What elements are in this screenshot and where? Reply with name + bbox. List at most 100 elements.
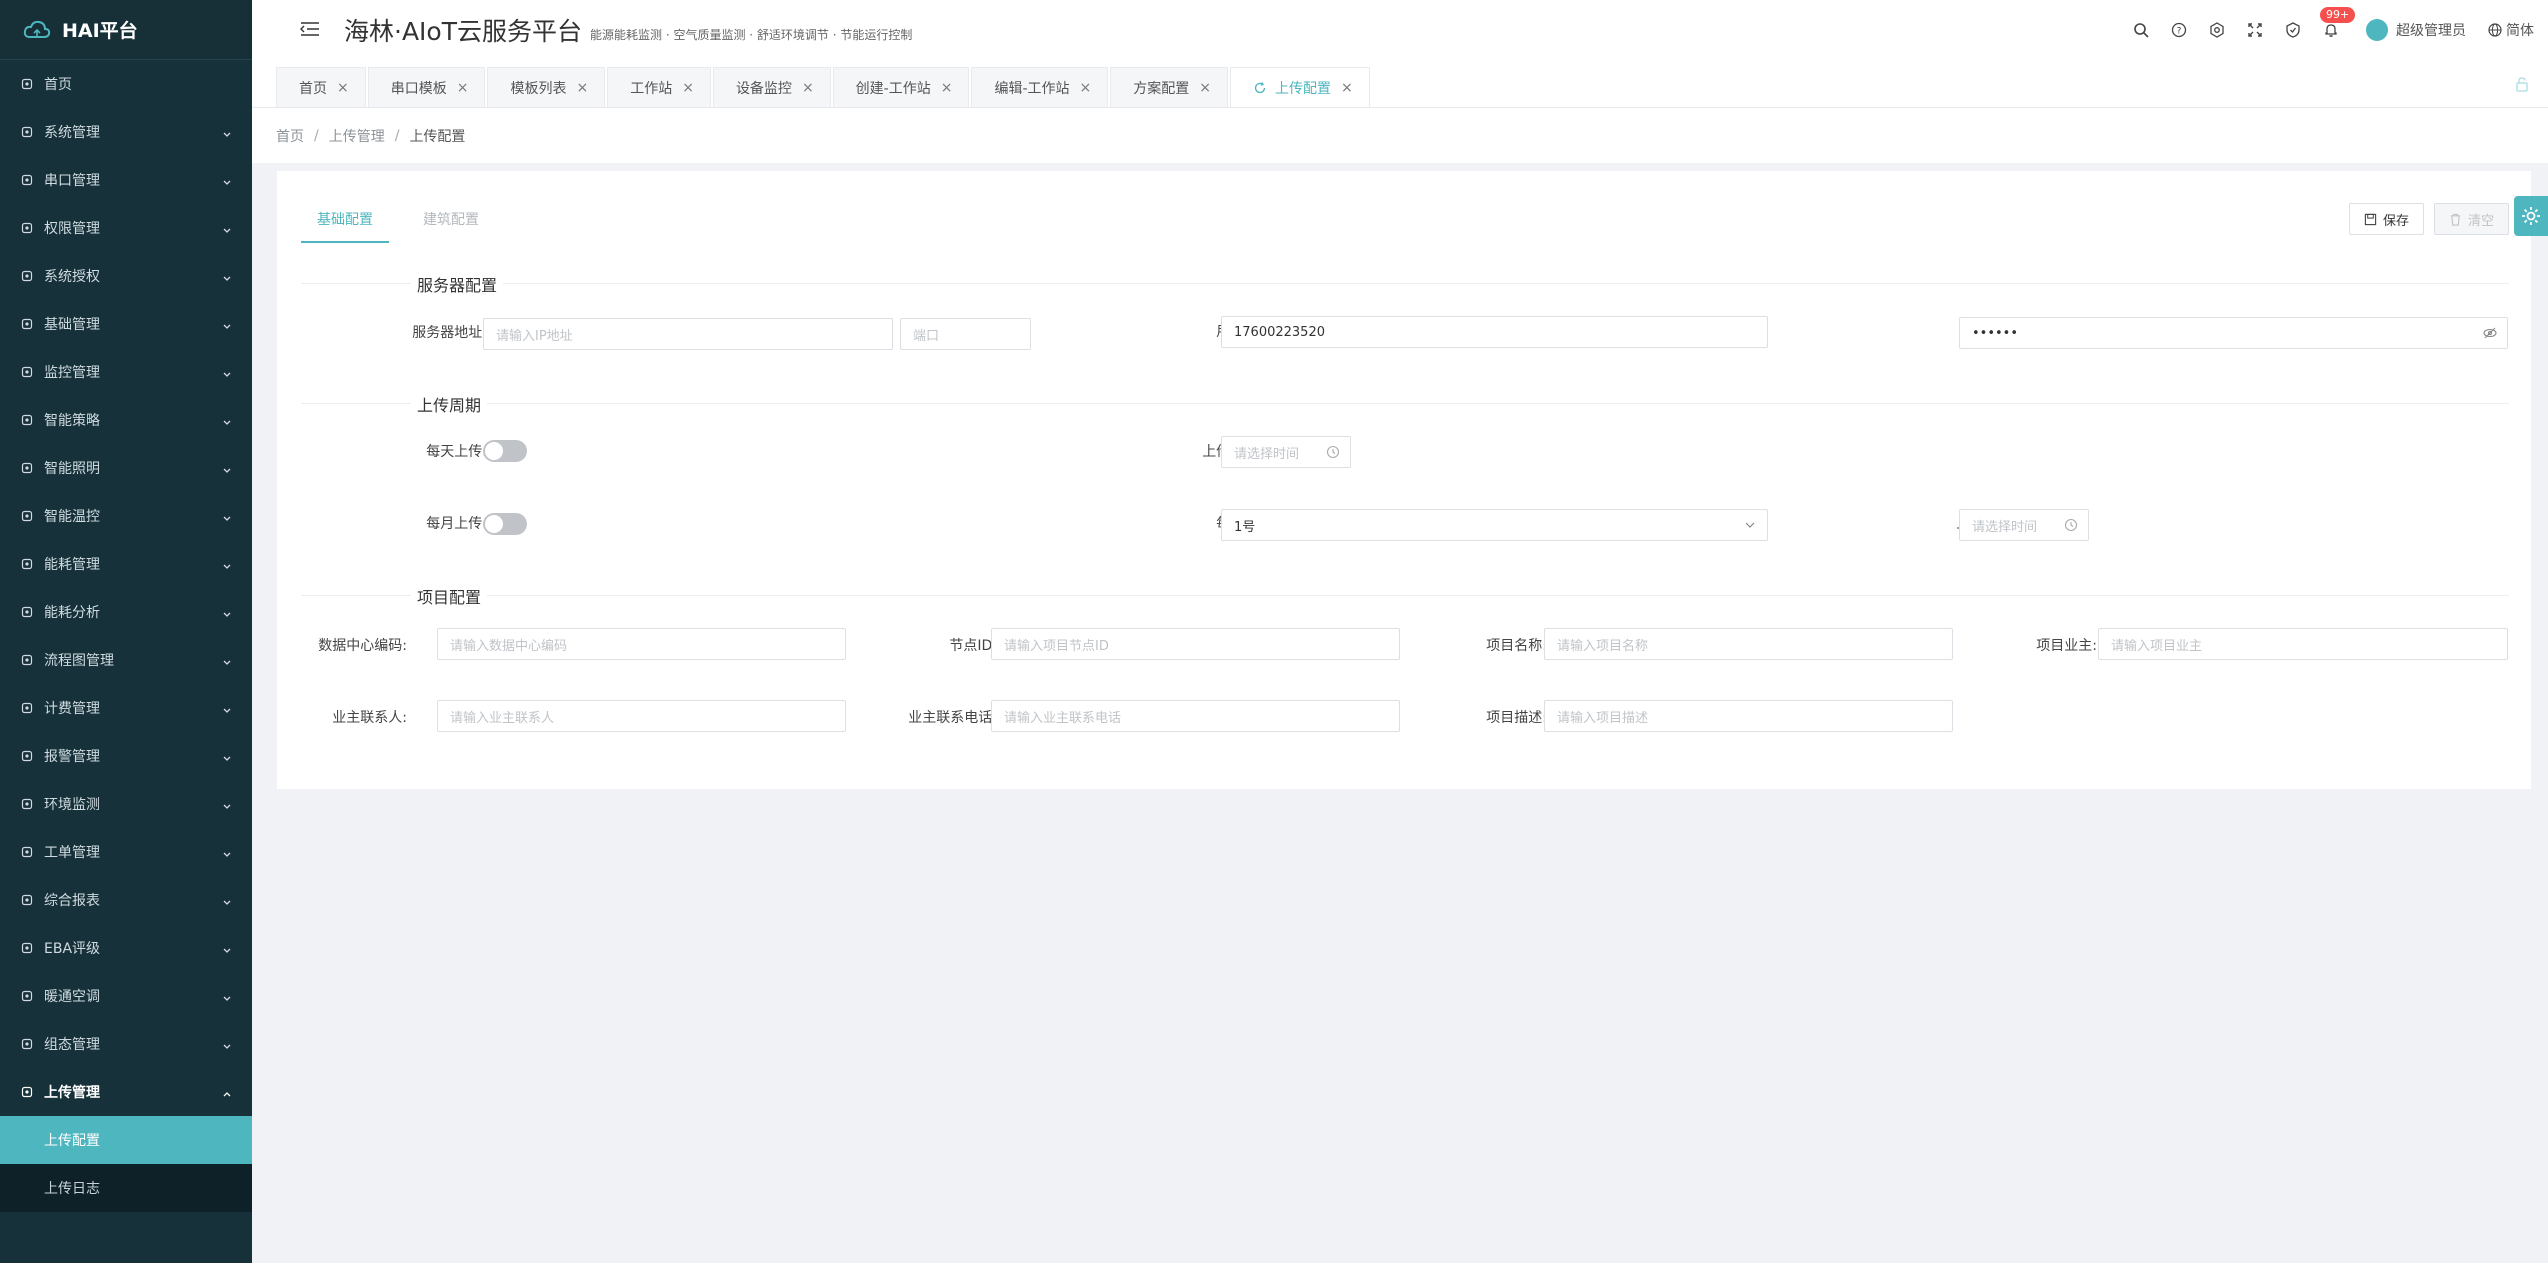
save-button[interactable]: 保存 bbox=[2348, 203, 2424, 235]
card-actions: 保存 清空 bbox=[2339, 203, 2509, 235]
menu-toggle-icon[interactable] bbox=[300, 21, 322, 39]
month-day-select[interactable]: 1号 bbox=[1221, 509, 1768, 541]
close-icon[interactable]: × bbox=[1199, 80, 1211, 96]
close-icon[interactable]: × bbox=[457, 80, 469, 96]
settings-icon[interactable] bbox=[2208, 21, 2226, 39]
tab-2[interactable]: 模板列表 × bbox=[487, 67, 606, 107]
close-icon[interactable]: × bbox=[802, 80, 814, 96]
close-icon[interactable]: × bbox=[682, 80, 694, 96]
submenu-item-0[interactable]: 上传配置 bbox=[0, 1116, 252, 1164]
project-desc-label: 项目描述: bbox=[1486, 710, 1547, 726]
chevron-down-icon bbox=[222, 607, 232, 617]
monthly-time-picker[interactable]: 请选择时间 bbox=[1959, 509, 2089, 541]
daily-upload-switch[interactable] bbox=[483, 440, 527, 462]
sidebar-item-label: 计费管理 bbox=[44, 701, 100, 717]
tab-7[interactable]: 方案配置 × bbox=[1110, 67, 1228, 107]
tab-building-config[interactable]: 建筑配置 bbox=[407, 201, 495, 243]
sidebar-item-3[interactable]: 权限管理 bbox=[0, 204, 252, 252]
sidebar-item-4[interactable]: 系统授权 bbox=[0, 252, 252, 300]
sidebar-item-21[interactable]: 上传管理 bbox=[0, 1068, 252, 1116]
daily-time-picker[interactable]: 请选择时间 bbox=[1221, 436, 1351, 468]
username-input[interactable]: 17600223520 bbox=[1221, 316, 1768, 348]
project-desc-input[interactable]: 请输入项目描述 bbox=[1544, 700, 1953, 732]
tab-basic-config[interactable]: 基础配置 bbox=[301, 201, 389, 243]
close-icon[interactable]: × bbox=[337, 80, 349, 96]
clear-button[interactable]: 清空 bbox=[2433, 203, 2509, 235]
node-id-input[interactable]: 请输入项目节点ID bbox=[991, 628, 1400, 660]
section-project: 项目配置 bbox=[301, 584, 2509, 608]
tab-label: 首页 bbox=[299, 80, 327, 97]
server-port-input[interactable]: 端口 bbox=[900, 318, 1031, 350]
server-address-input[interactable]: 请输入IP地址 bbox=[483, 318, 893, 350]
sidebar-item-label: 监控管理 bbox=[44, 365, 100, 381]
chevron-down-icon bbox=[222, 511, 232, 521]
fullscreen-icon[interactable] bbox=[2246, 21, 2264, 39]
theme-settings-button[interactable] bbox=[2514, 196, 2548, 236]
sidebar-item-18[interactable]: EBA评级 bbox=[0, 924, 252, 972]
submenu-item-1[interactable]: 上传日志 bbox=[0, 1164, 252, 1212]
sidebar-item-label: 系统授权 bbox=[44, 269, 100, 285]
sidebar-item-20[interactable]: 组态管理 bbox=[0, 1020, 252, 1068]
sidebar-item-9[interactable]: 智能温控 bbox=[0, 492, 252, 540]
monthly-upload-switch[interactable] bbox=[483, 513, 527, 535]
owner-phone-input[interactable]: 请输入业主联系电话 bbox=[991, 700, 1400, 732]
tab-6[interactable]: 编辑-工作站 × bbox=[971, 67, 1109, 107]
sidebar-item-11[interactable]: 能耗分析 bbox=[0, 588, 252, 636]
close-icon[interactable]: × bbox=[941, 80, 953, 96]
tab-8[interactable]: 上传配置 × bbox=[1230, 67, 1370, 107]
tab-3[interactable]: 工作站 × bbox=[607, 67, 711, 107]
lock-icon[interactable] bbox=[2514, 76, 2530, 92]
eye-hidden-icon[interactable] bbox=[2483, 326, 2497, 340]
owner-contact-input[interactable]: 请输入业主联系人 bbox=[437, 700, 846, 732]
project-name-input[interactable]: 请输入项目名称 bbox=[1544, 628, 1953, 660]
chevron-down-icon bbox=[222, 319, 232, 329]
report-icon bbox=[20, 893, 34, 907]
close-icon[interactable]: × bbox=[576, 80, 588, 96]
breadcrumb-home[interactable]: 首页 bbox=[276, 126, 304, 146]
sidebar-item-13[interactable]: 计费管理 bbox=[0, 684, 252, 732]
sidebar-item-label: 流程图管理 bbox=[44, 653, 114, 669]
sidebar-item-10[interactable]: 能耗管理 bbox=[0, 540, 252, 588]
strategy-icon bbox=[20, 413, 34, 427]
tab-0[interactable]: 首页 × bbox=[276, 67, 366, 107]
sidebar-item-17[interactable]: 综合报表 bbox=[0, 876, 252, 924]
search-icon[interactable] bbox=[2132, 21, 2150, 39]
config-card: 基础配置 建筑配置 保存 清空 服务器配置 服务器地址: 请输入IP地址 端口 … bbox=[277, 171, 2531, 789]
sidebar-item-6[interactable]: 监控管理 bbox=[0, 348, 252, 396]
sidebar-item-label: 智能照明 bbox=[44, 461, 100, 477]
language-switch[interactable]: 简体 bbox=[2488, 20, 2534, 40]
avatar[interactable] bbox=[2366, 19, 2388, 41]
shield-check-icon[interactable] bbox=[2284, 21, 2302, 39]
dc-code-input[interactable]: 请输入数据中心编码 bbox=[437, 628, 846, 660]
close-icon[interactable]: × bbox=[1080, 80, 1092, 96]
tab-4[interactable]: 设备监控 × bbox=[712, 67, 831, 107]
tab-1[interactable]: 串口模板 × bbox=[367, 67, 486, 107]
help-icon[interactable]: ? bbox=[2170, 21, 2188, 39]
password-input[interactable]: •••••• bbox=[1959, 317, 2508, 349]
sidebar-item-8[interactable]: 智能照明 bbox=[0, 444, 252, 492]
sidebar-item-19[interactable]: 暖通空调 bbox=[0, 972, 252, 1020]
sidebar-item-7[interactable]: 智能策略 bbox=[0, 396, 252, 444]
sidebar-item-label: 能耗分析 bbox=[44, 605, 100, 621]
sidebar-item-5[interactable]: 基础管理 bbox=[0, 300, 252, 348]
breadcrumb-upload-manage[interactable]: 上传管理 bbox=[329, 126, 385, 146]
bell-icon[interactable]: 99+ bbox=[2320, 7, 2356, 39]
close-icon[interactable]: × bbox=[1341, 80, 1353, 96]
project-owner-input[interactable]: 请输入项目业主 bbox=[2098, 628, 2508, 660]
sidebar-item-15[interactable]: 环境监测 bbox=[0, 780, 252, 828]
chevron-down-icon bbox=[222, 991, 232, 1001]
section-project-title: 项目配置 bbox=[411, 584, 488, 608]
sidebar-item-2[interactable]: 串口管理 bbox=[0, 156, 252, 204]
sidebar-item-1[interactable]: 系统管理 bbox=[0, 108, 252, 156]
sidebar-item-16[interactable]: 工单管理 bbox=[0, 828, 252, 876]
sidebar-item-0[interactable]: 首页 bbox=[0, 60, 252, 108]
tab-5[interactable]: 创建-工作站 × bbox=[832, 67, 970, 107]
serial-icon bbox=[20, 173, 34, 187]
trash-icon bbox=[2450, 213, 2461, 226]
globe-icon bbox=[2488, 23, 2502, 37]
sidebar-item-14[interactable]: 报警管理 bbox=[0, 732, 252, 780]
user-name[interactable]: 超级管理员 bbox=[2396, 20, 2466, 40]
chevron-up-icon bbox=[222, 1087, 232, 1097]
bulb-icon bbox=[20, 461, 34, 475]
sidebar-item-12[interactable]: 流程图管理 bbox=[0, 636, 252, 684]
